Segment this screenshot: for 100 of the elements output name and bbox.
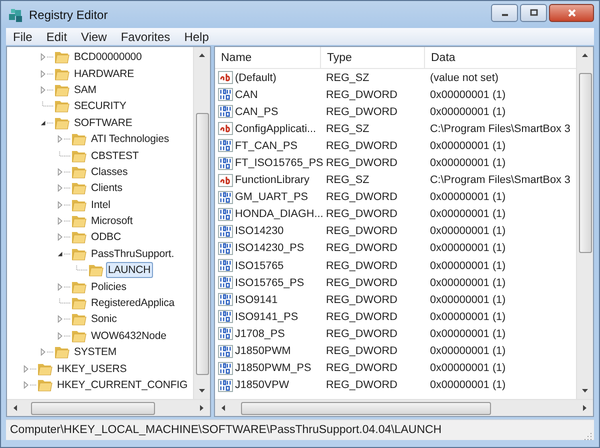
- expand-arrow-icon[interactable]: [57, 134, 71, 144]
- expand-arrow-icon[interactable]: [57, 282, 71, 292]
- folder-icon: [88, 262, 104, 278]
- table-cell-text: REG_SZ: [325, 122, 370, 135]
- resize-grip-icon[interactable]: [582, 430, 592, 440]
- scrollbar-thumb[interactable]: [241, 402, 491, 414]
- column-header[interactable]: Data: [425, 47, 576, 68]
- scroll-up-icon[interactable]: [581, 52, 589, 58]
- table-cell: FT_ISO15765_PS: [235, 157, 324, 170]
- table-cell: FunctionLibrary: [235, 174, 310, 186]
- maximize-button[interactable]: [520, 4, 547, 22]
- table-cell-text: 0x00000001 (1): [429, 379, 507, 392]
- table-cell: FT_CAN_PS: [235, 140, 298, 152]
- folder-icon: [54, 344, 70, 360]
- binary-value-icon: [218, 156, 233, 170]
- expand-arrow-icon[interactable]: [57, 166, 71, 177]
- tree-item[interactable]: Microsoft: [89, 213, 135, 230]
- maximize-icon: [528, 9, 538, 17]
- table-cell-text: 0x00000001 (1): [429, 225, 507, 238]
- tree-item[interactable]: HKEY_USERS: [55, 360, 129, 377]
- scroll-down-icon[interactable]: [581, 388, 589, 394]
- folder-icon: [71, 180, 87, 196]
- table-cell-text: REG_DWORD: [325, 140, 398, 152]
- minimize-button[interactable]: [491, 4, 518, 22]
- scroll-down-icon[interactable]: [198, 388, 206, 394]
- menu-item[interactable]: Favorites: [114, 30, 178, 44]
- expand-arrow-icon[interactable]: [40, 52, 54, 62]
- column-header[interactable]: Type: [321, 47, 425, 68]
- table-cell-text: REG_DWORD: [325, 208, 398, 220]
- binary-value-icon: [218, 310, 233, 324]
- expand-arrow-icon[interactable]: [57, 330, 71, 341]
- scrollbar-thumb[interactable]: [31, 402, 155, 414]
- scroll-left-icon[interactable]: [220, 404, 226, 412]
- tree-item[interactable]: HKEY_CURRENT_CONFIG: [55, 377, 190, 393]
- tree-item[interactable]: ODBC: [89, 229, 123, 246]
- menu-item[interactable]: Edit: [39, 30, 74, 44]
- binary-value-icon: [218, 293, 233, 306]
- binary-value-icon: [218, 88, 233, 102]
- tree-item[interactable]: Clients: [89, 180, 124, 196]
- table-cell: ISO15765_PS: [235, 276, 304, 289]
- close-button[interactable]: [549, 4, 594, 22]
- folder-icon: [71, 229, 87, 246]
- tree-item[interactable]: SYSTEM: [72, 344, 119, 360]
- tree-item[interactable]: LAUNCH: [106, 262, 153, 278]
- scrollbar-thumb[interactable]: [578, 73, 592, 253]
- table-cell: J1850PWM_PS: [235, 362, 312, 374]
- table-cell: ISO9141: [235, 294, 278, 306]
- expand-arrow-icon[interactable]: [57, 232, 71, 242]
- table-cell: ISO14230: [235, 225, 284, 238]
- expand-arrow-icon[interactable]: [57, 216, 71, 226]
- expand-arrow-icon[interactable]: [57, 183, 71, 194]
- column-header[interactable]: Name: [215, 47, 321, 68]
- tree-item[interactable]: SOFTWARE: [72, 114, 134, 131]
- table-cell-text: REG_DWORD: [325, 191, 398, 204]
- expand-arrow-icon[interactable]: [40, 68, 54, 79]
- registry-cubes-icon: [8, 6, 24, 22]
- tree-item[interactable]: SAM: [72, 82, 98, 98]
- expand-arrow-icon[interactable]: [40, 84, 54, 95]
- expand-arrow-icon[interactable]: [40, 347, 54, 358]
- binary-value-icon: [218, 327, 233, 340]
- folder-icon: [71, 213, 87, 230]
- scrollbar-thumb[interactable]: [196, 113, 208, 375]
- tree-item[interactable]: Policies: [89, 278, 128, 295]
- scroll-right-icon[interactable]: [199, 404, 205, 412]
- table-cell-text: 0x00000001 (1): [429, 276, 507, 289]
- table-cell: GM_UART_PS: [235, 191, 308, 204]
- table-cell-text: REG_DWORD: [325, 260, 398, 272]
- menu-item[interactable]: Help: [177, 30, 216, 44]
- tree-item[interactable]: WOW6432Node: [89, 328, 168, 344]
- folder-icon: [71, 131, 87, 148]
- tree-item[interactable]: ATI Technologies: [89, 131, 171, 148]
- table-cell-text: REG_SZ: [325, 72, 370, 84]
- tree-item[interactable]: BCD00000000: [72, 49, 144, 66]
- scroll-left-icon[interactable]: [12, 404, 18, 412]
- expand-arrow-icon[interactable]: [23, 380, 37, 390]
- tree-item[interactable]: HARDWARE: [72, 66, 136, 82]
- tree-item[interactable]: CBSTEST: [89, 148, 141, 164]
- tree-item[interactable]: RegisteredApplica: [89, 295, 177, 312]
- table-cell-text: 0x00000001 (1): [429, 140, 507, 152]
- table-cell-text: REG_DWORD: [325, 362, 398, 374]
- table-cell: ISO9141_PS: [235, 310, 298, 323]
- tree-item[interactable]: Intel: [89, 196, 112, 213]
- scroll-up-icon[interactable]: [198, 52, 206, 58]
- scroll-right-icon[interactable]: [582, 404, 588, 412]
- menu-item[interactable]: View: [74, 30, 114, 44]
- expand-arrow-icon[interactable]: [57, 314, 71, 324]
- table-cell: CAN_PS: [235, 106, 278, 118]
- tree-item[interactable]: Sonic: [89, 311, 119, 328]
- tree-item[interactable]: PassThruSupport.: [89, 246, 176, 262]
- binary-value-icon: [218, 190, 233, 204]
- expand-arrow-icon[interactable]: [23, 364, 37, 374]
- table-cell-text: 0x00000001 (1): [429, 106, 507, 118]
- tree-item[interactable]: SECURITY: [72, 98, 128, 114]
- binary-value-icon: [218, 259, 233, 272]
- table-cell-text: REG_DWORD: [325, 328, 398, 340]
- expand-arrow-icon[interactable]: [57, 200, 71, 210]
- table-cell-text: REG_DWORD: [325, 106, 398, 118]
- tree-item[interactable]: Classes: [89, 164, 130, 180]
- menu-item[interactable]: File: [6, 30, 40, 44]
- binary-value-icon: [218, 276, 233, 290]
